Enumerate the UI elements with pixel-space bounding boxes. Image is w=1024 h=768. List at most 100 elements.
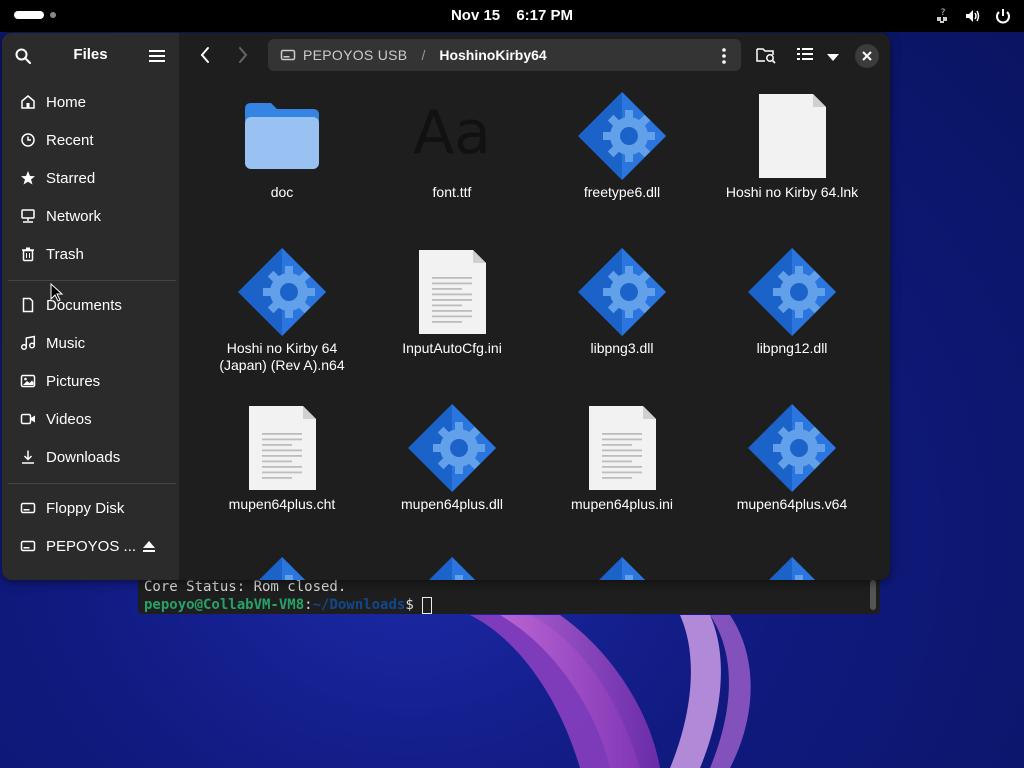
sidebar-item-network[interactable]: Network <box>2 199 179 233</box>
sidebar-item-videos[interactable]: Videos <box>2 402 179 436</box>
file-item[interactable]: Hoshi no Kirby 64.lnk <box>722 91 862 221</box>
gear-file-icon <box>747 556 837 580</box>
file-item[interactable]: Aa font.ttf <box>382 91 522 221</box>
file-name: Hoshi no Kirby 64 (Japan) (Rev A).n64 <box>219 340 345 373</box>
blank-file-icon <box>747 91 837 181</box>
document-icon <box>22 297 34 313</box>
file-item[interactable]: mupen64plus.cht <box>212 403 352 533</box>
video-icon <box>20 413 35 425</box>
text-file-icon <box>407 247 497 337</box>
close-button[interactable] <box>855 44 879 68</box>
terminal-output-line: Core Status: Rom closed. <box>144 579 347 595</box>
file-item[interactable]: mupen64plus.ini <box>552 403 692 533</box>
sidebar: Files Home Recent Starred Network Trash <box>2 33 179 580</box>
trash-icon <box>22 247 34 262</box>
sidebar-item-starred[interactable]: Starred <box>2 161 179 195</box>
terminal-window[interactable]: Core Status: Rom closed. pepoyo@CollabVM… <box>138 578 880 614</box>
path-segment-root[interactable]: PEPOYOS USB <box>303 47 407 63</box>
file-item-partial[interactable] <box>212 556 352 580</box>
sidebar-item-downloads[interactable]: Downloads <box>2 440 179 474</box>
font-file-icon: Aa <box>407 91 497 181</box>
back-icon[interactable] <box>199 46 211 68</box>
sidebar-item-music[interactable]: Music <box>2 326 179 360</box>
sidebar-item-label: Downloads <box>46 448 121 466</box>
gear-file-icon <box>577 247 667 337</box>
terminal-colon: : <box>304 597 313 613</box>
view-options-dropdown-icon[interactable] <box>826 48 840 67</box>
clock-time: 6:17 PM <box>516 7 574 24</box>
text-file-icon <box>237 403 327 493</box>
path-segment-current[interactable]: HoshinoKirby64 <box>439 47 546 63</box>
hamburger-menu-icon[interactable] <box>149 48 165 67</box>
terminal-cursor <box>422 596 433 614</box>
terminal-user-host: pepoyo@CollabVM-VM8 <box>144 597 305 613</box>
network-help-icon: ? <box>934 7 952 25</box>
svg-text:?: ? <box>941 8 946 18</box>
files-window: Files Home Recent Starred Network Trash <box>2 33 890 580</box>
file-item[interactable]: mupen64plus.dll <box>382 403 522 533</box>
main-content: PEPOYOS USB / HoshinoKirby64 doc Aa font.t… <box>179 33 890 580</box>
file-item-partial[interactable] <box>552 556 692 580</box>
sidebar-item-home[interactable]: Home <box>2 85 179 119</box>
sidebar-item-label: Network <box>46 207 102 225</box>
sidebar-separator <box>8 483 176 484</box>
folder-file-icon <box>237 91 327 181</box>
file-name: mupen64plus.dll <box>401 496 503 512</box>
sidebar-item-documents[interactable]: Documents <box>2 288 179 322</box>
sidebar-separator <box>8 280 176 281</box>
sidebar-item-label: Recent <box>46 131 94 149</box>
sidebar-item-floppy-disk[interactable]: Floppy Disk <box>2 491 179 525</box>
clock[interactable]: Nov 15 6:17 PM <box>0 7 1024 24</box>
file-name: InputAutoCfg.ini <box>402 340 502 356</box>
top-bar: Nov 15 6:17 PM ? <box>0 0 1024 32</box>
sidebar-item-label: Music <box>46 334 86 352</box>
sidebar-item-label: Videos <box>46 410 92 428</box>
more-options-icon[interactable] <box>721 47 727 68</box>
mouse-pointer-icon <box>50 283 64 302</box>
sidebar-item-trash[interactable]: Trash <box>2 237 179 271</box>
forward-icon[interactable] <box>237 46 249 68</box>
sidebar-header: Files <box>2 33 179 79</box>
file-item[interactable]: InputAutoCfg.ini <box>382 247 522 377</box>
sidebar-item-label: Trash <box>46 245 84 263</box>
search-folder-icon[interactable] <box>756 46 776 68</box>
file-grid: doc Aa font.ttf freetype6.dll Hoshi no Kirby… <box>179 79 890 580</box>
svg-text:Aa: Aa <box>413 98 491 168</box>
gear-file-icon <box>577 556 667 580</box>
gear-file-icon <box>237 247 327 337</box>
clock-icon <box>21 133 35 147</box>
gear-file-icon <box>407 403 497 493</box>
clock-date: Nov 15 <box>450 7 501 24</box>
path-separator: / <box>421 47 426 63</box>
text-file-icon <box>577 403 667 493</box>
gear-file-icon <box>237 556 327 580</box>
pictures-icon <box>20 374 36 388</box>
file-item[interactable]: freetype6.dll <box>552 91 692 221</box>
terminal-scrollbar[interactable] <box>870 580 876 610</box>
file-item[interactable]: mupen64plus.v64 <box>722 403 862 533</box>
home-icon <box>21 95 35 109</box>
file-name: mupen64plus.v64 <box>736 496 848 512</box>
file-item[interactable]: Hoshi no Kirby 64 (Japan) (Rev A).n64 <box>212 247 352 377</box>
path-bar[interactable]: PEPOYOS USB / HoshinoKirby64 <box>268 39 741 71</box>
sidebar-item-recent[interactable]: Recent <box>2 123 179 157</box>
gear-file-icon <box>747 247 837 337</box>
sidebar-item-pepoyos-usb[interactable]: PEPOYOS ... <box>2 529 179 563</box>
file-item[interactable]: libpng12.dll <box>722 247 862 377</box>
sidebar-item-pictures[interactable]: Pictures <box>2 364 179 398</box>
file-item-partial[interactable] <box>722 556 862 580</box>
file-item[interactable]: doc <box>212 91 352 221</box>
file-name: doc <box>270 184 294 200</box>
terminal-cwd: ~/Downloads <box>312 597 406 613</box>
gear-file-icon <box>747 403 837 493</box>
file-item[interactable]: libpng3.dll <box>552 247 692 377</box>
file-item-partial[interactable] <box>382 556 522 580</box>
terminal-prompt-line: pepoyo@CollabVM-VM8:~/Downloads$ <box>144 596 874 614</box>
download-icon <box>22 450 34 464</box>
drive-icon <box>20 540 36 552</box>
gear-file-icon <box>407 556 497 580</box>
drive-icon <box>20 502 36 514</box>
eject-icon[interactable] <box>141 538 157 554</box>
system-tray[interactable]: ? <box>934 7 1012 25</box>
list-view-icon[interactable] <box>797 46 813 66</box>
